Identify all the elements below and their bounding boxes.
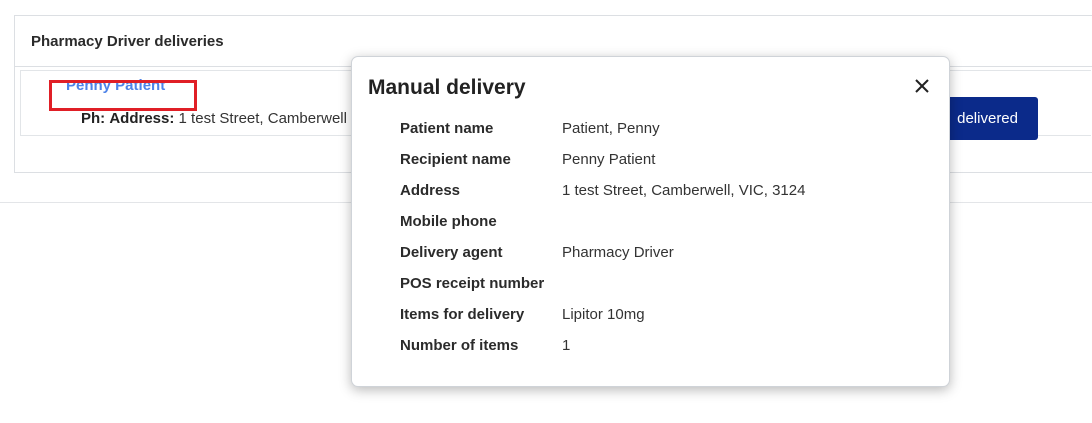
detail-value: Pharmacy Driver — [562, 244, 674, 261]
modal-title: Manual delivery — [368, 76, 526, 99]
detail-value: Penny Patient — [562, 151, 656, 168]
detail-label: Patient name — [400, 120, 494, 137]
phone-label: Ph: — [81, 110, 106, 127]
detail-label: Number of items — [400, 337, 519, 354]
page: Pharmacy Driver deliveries Penny Patient… — [0, 0, 1092, 423]
detail-label: Address — [400, 182, 461, 199]
detail-label: Recipient name — [400, 151, 511, 168]
delivered-button-label: delivered — [957, 110, 1018, 127]
highlight-annotation-box — [49, 80, 197, 111]
detail-value: Lipitor 10mg — [562, 306, 645, 323]
manual-delivery-modal: Manual delivery Patient name Patient, Pe… — [351, 56, 950, 387]
detail-label: Items for delivery — [400, 306, 525, 323]
detail-value: 1 test Street, Camberwell, VIC, 3124 — [562, 182, 806, 199]
address-label: Address: — [109, 110, 175, 127]
patient-contact-line: Ph: Address: 1 test Street, Camberwell — [81, 110, 351, 127]
detail-label: Delivery agent — [400, 244, 503, 261]
detail-label: Mobile phone — [400, 213, 497, 230]
detail-label: POS receipt number — [400, 275, 545, 292]
detail-value: 1 — [562, 337, 571, 354]
address-value: 1 test Street, Camberwell — [178, 110, 347, 127]
detail-value: Patient, Penny — [562, 120, 660, 137]
close-icon[interactable] — [910, 74, 934, 98]
